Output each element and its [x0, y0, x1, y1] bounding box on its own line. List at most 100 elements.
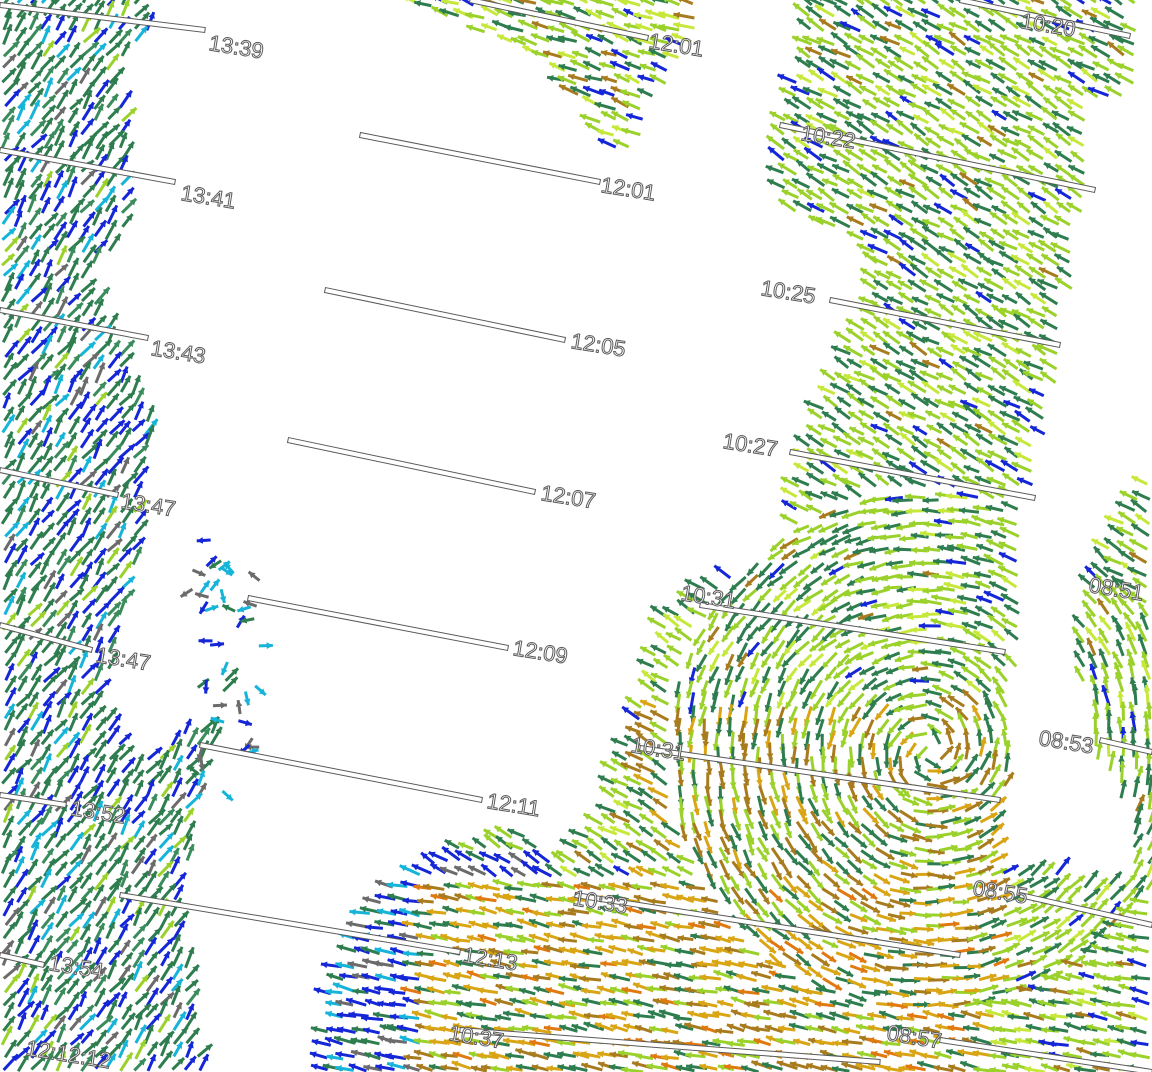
wind-arrow: [121, 575, 136, 589]
wind-arrow: [81, 584, 99, 602]
wind-arrow: [492, 878, 513, 888]
wind-arrow: [949, 227, 965, 241]
wind-arrow: [1092, 545, 1109, 564]
wind-arrow: [862, 807, 880, 825]
wind-arrow: [783, 587, 799, 601]
wind-arrow: [749, 652, 760, 670]
wind-arrow: [345, 920, 367, 929]
wind-arrow: [1116, 62, 1134, 72]
wind-arrow: [650, 644, 667, 655]
wind-arrow: [1140, 659, 1152, 680]
wind-arrow: [471, 836, 487, 849]
wind-arrow: [1016, 200, 1031, 214]
wind-arrow: [28, 934, 41, 955]
wind-arrow: [54, 861, 69, 877]
wind-arrow: [744, 924, 761, 939]
wind-arrow: [1130, 522, 1150, 538]
wind-arrow: [1129, 986, 1148, 996]
wind-arrow: [134, 779, 144, 797]
wind-arrow: [183, 807, 195, 823]
wind-arrow: [947, 127, 966, 137]
wind-arrow: [1083, 869, 1099, 889]
wind-arrow: [107, 937, 121, 954]
wind-arrow: [854, 575, 875, 584]
wind-arrow: [56, 697, 67, 718]
wind-arrow: [707, 640, 720, 656]
wind-arrow: [987, 18, 1006, 32]
wind-arrow: [792, 599, 811, 613]
wind-arrow: [1055, 856, 1071, 876]
wind-arrow: [198, 600, 209, 615]
wind-arrow: [80, 885, 95, 901]
wind-arrow: [1114, 500, 1136, 512]
wind-arrow: [1129, 909, 1148, 916]
wind-arrow: [713, 564, 732, 580]
wind-arrow: [900, 871, 918, 879]
wind-arrow: [872, 435, 891, 450]
wind-arrow: [131, 936, 146, 952]
wind-arrow: [29, 898, 46, 915]
wind-arrow: [94, 391, 108, 407]
wind-arrow: [819, 368, 836, 382]
wind-arrow: [886, 474, 903, 488]
wind-arrow: [1071, 613, 1086, 629]
vector-field-map[interactable]: 13:39 13:41 13:43 13:47 13:47 13:52 13:5…: [0, 0, 1152, 1072]
wind-arrow: [845, 317, 865, 331]
wind-arrow: [883, 45, 902, 59]
wind-arrow: [836, 795, 850, 816]
wind-arrow: [858, 409, 875, 421]
wind-arrow: [662, 653, 680, 667]
wind-arrow: [909, 121, 927, 137]
wind-arrow: [247, 570, 261, 582]
wind-arrow: [1134, 513, 1151, 526]
wind-arrow: [204, 604, 219, 613]
wind-arrow: [846, 215, 865, 227]
wind-arrow: [15, 286, 32, 305]
wind-arrow: [947, 0, 955, 4]
flight-track-line: [323, 286, 567, 344]
wind-arrow: [121, 106, 138, 123]
wind-arrow: [658, 933, 681, 943]
wind-arrow: [860, 317, 878, 330]
wind-arrow: [1146, 837, 1152, 851]
flight-track-line: [246, 594, 510, 652]
wind-arrow: [105, 141, 115, 161]
wind-arrow: [970, 151, 991, 163]
wind-arrow: [81, 598, 97, 615]
wind-arrow: [911, 961, 932, 969]
wind-arrow: [219, 588, 227, 604]
wind-arrow: [310, 1025, 328, 1034]
wind-arrow: [510, 866, 526, 878]
wind-arrow: [106, 537, 123, 553]
wind-arrow: [43, 77, 54, 98]
wind-arrow: [938, 669, 955, 681]
wind-arrow: [66, 431, 78, 449]
wind-arrow: [856, 0, 865, 6]
wind-arrow: [594, 803, 616, 814]
wind-arrow: [907, 411, 927, 421]
wind-arrow: [660, 821, 681, 836]
flight-track-line: [198, 741, 484, 804]
wind-arrow: [185, 843, 195, 862]
wind-arrow: [913, 44, 930, 59]
wind-arrow: [793, 462, 810, 473]
wind-arrow: [846, 978, 867, 989]
wind-arrow: [68, 587, 85, 602]
wind-arrow: [1, 413, 16, 434]
time-label: 08:53: [1037, 725, 1095, 758]
wind-arrow: [664, 838, 681, 849]
wind-arrow: [951, 411, 969, 422]
wind-arrow: [1024, 1066, 1046, 1072]
wind-arrow: [923, 101, 941, 110]
wind-arrow: [198, 1053, 210, 1072]
wind-arrow: [1028, 387, 1045, 398]
wind-arrow: [1026, 133, 1045, 149]
wind-arrow: [119, 89, 133, 109]
wind-arrow: [42, 714, 53, 734]
wind-arrow: [886, 295, 904, 306]
wind-arrow: [40, 246, 51, 263]
wind-arrow: [1063, 1021, 1082, 1031]
wind-arrow: [652, 797, 668, 810]
wind-arrow: [871, 2, 889, 18]
wind-arrow: [29, 387, 47, 407]
